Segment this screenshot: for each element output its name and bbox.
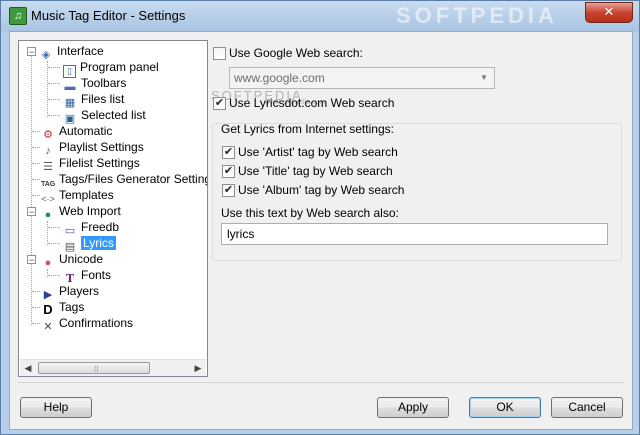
- lyricsdot-checkbox[interactable]: ✔: [213, 97, 226, 110]
- tree-item-lyrics[interactable]: ▤ Lyrics: [63, 235, 116, 253]
- app-icon: ♫: [9, 7, 27, 25]
- tree-item-toolbars[interactable]: ▬ Toolbars: [63, 75, 127, 93]
- group-title: Get Lyrics from Internet settings:: [221, 122, 394, 136]
- tree-line: [32, 307, 40, 308]
- google-search-label: Use Google Web search:: [229, 46, 363, 60]
- title-label: Use 'Title' tag by Web search: [238, 164, 393, 178]
- album-checkbox[interactable]: ✔: [222, 184, 235, 197]
- confirmations-icon: ✕: [43, 321, 53, 333]
- grip-icon: ⁞⁞: [94, 365, 99, 374]
- search-engine-combo[interactable]: www.google.com ▼: [229, 67, 495, 89]
- apply-button[interactable]: Apply: [377, 397, 449, 418]
- tree-line: [48, 67, 60, 68]
- tree-line: [32, 195, 40, 196]
- collapse-interface-icon[interactable]: −: [27, 47, 36, 57]
- extra-text-label: Use this text by Web search also:: [221, 206, 399, 220]
- artist-checkbox[interactable]: ✔: [222, 146, 235, 159]
- client-area: − ◈ Interface ▯ Program panel ▬ Toolbars ▦ F…: [9, 31, 633, 430]
- tree-line: [32, 147, 40, 148]
- tree-item-selected-list[interactable]: ▣ Selected list: [63, 107, 146, 125]
- tree-item-unicode[interactable]: ● Unicode: [41, 251, 103, 269]
- tree-item-interface[interactable]: ◈ Interface: [39, 43, 104, 61]
- cancel-button[interactable]: Cancel: [551, 397, 623, 418]
- google-search-checkbox[interactable]: [213, 47, 226, 60]
- tree-line: [48, 227, 60, 228]
- tree-line: [32, 291, 40, 292]
- tree-item-program-panel[interactable]: ▯ Program panel: [63, 59, 159, 78]
- scroll-right-icon[interactable]: ▶: [190, 360, 206, 376]
- tree-item-fonts[interactable]: T Fonts: [63, 267, 111, 285]
- softpedia-watermark: SOFTPEDIA: [396, 3, 558, 28]
- tree-horizontal-scrollbar[interactable]: ◀ ⁞⁞ ▶: [20, 359, 206, 376]
- title-bar[interactable]: ♫ Music Tag Editor - Settings SOFTPEDIA …: [1, 1, 639, 31]
- tree-line: [47, 221, 48, 245]
- lyricsdot-label: Use Lyricsdot.com Web search: [229, 96, 395, 110]
- artist-label: Use 'Artist' tag by Web search: [238, 145, 398, 159]
- tree-item-tags[interactable]: D Tags: [41, 299, 84, 317]
- help-button[interactable]: Help: [20, 397, 92, 418]
- separator: [18, 382, 624, 383]
- tree-item-files-list[interactable]: ▦ Files list: [63, 91, 125, 109]
- title-checkbox[interactable]: ✔: [222, 165, 235, 178]
- album-label: Use 'Album' tag by Web search: [238, 183, 405, 197]
- tree-line: [47, 61, 48, 117]
- tree-item-playlist-settings[interactable]: ♪ Playlist Settings: [41, 139, 143, 157]
- tree-item-confirmations[interactable]: ✕ Confirmations: [41, 315, 133, 333]
- unicode-icon: ●: [44, 257, 52, 269]
- tree-line: [32, 323, 40, 324]
- window-title: Music Tag Editor - Settings: [31, 8, 186, 23]
- tree-item-freedb[interactable]: ▭ Freedb: [63, 219, 119, 237]
- tree-line: [48, 115, 60, 116]
- tree-line: [48, 243, 60, 244]
- tree-line: [32, 163, 40, 164]
- settings-tree[interactable]: − ◈ Interface ▯ Program panel ▬ Toolbars ▦ F…: [18, 40, 208, 377]
- tree-item-templates[interactable]: <·> Templates: [41, 187, 113, 204]
- close-button[interactable]: ✕: [585, 2, 633, 23]
- tree-item-generator-settings[interactable]: TAG Tags/Files Generator Settings: [41, 171, 207, 188]
- ok-button[interactable]: OK: [469, 397, 541, 418]
- extra-text-field[interactable]: lyrics: [221, 223, 608, 245]
- globe-icon: ●: [44, 209, 52, 221]
- tree-item-filelist-settings[interactable]: ☰ Filelist Settings: [41, 155, 140, 173]
- interface-icon: ◈: [41, 49, 51, 61]
- chevron-down-icon[interactable]: ▼: [476, 70, 492, 86]
- tree-item-web-import[interactable]: ● Web Import: [41, 203, 121, 221]
- tree-line: [48, 275, 60, 276]
- tree-item-players[interactable]: ▶ Players: [41, 283, 99, 301]
- search-engine-value: www.google.com: [234, 71, 325, 85]
- scrollbar-thumb[interactable]: ⁞⁞: [38, 362, 150, 374]
- tree-line: [48, 83, 60, 84]
- tree-line: [31, 53, 32, 325]
- tree-line: [32, 131, 40, 132]
- settings-window: ♫ Music Tag Editor - Settings SOFTPEDIA …: [0, 0, 640, 435]
- collapse-unicode-icon[interactable]: −: [27, 255, 36, 265]
- tree-line: [32, 179, 40, 180]
- scroll-left-icon[interactable]: ◀: [20, 360, 36, 376]
- tree-line: [48, 99, 60, 100]
- collapse-web-import-icon[interactable]: −: [27, 207, 36, 217]
- tree-item-automatic[interactable]: ⚙ Automatic: [41, 123, 112, 141]
